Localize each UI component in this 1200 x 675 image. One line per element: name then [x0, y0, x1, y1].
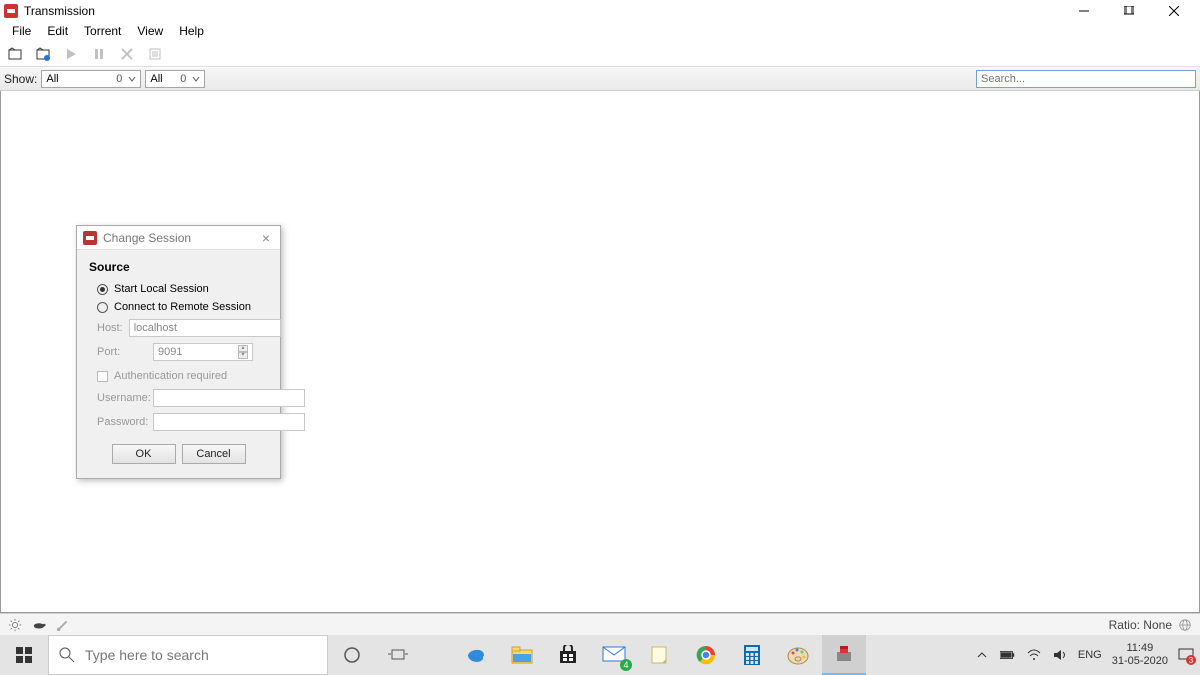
port-label: Port:: [97, 346, 147, 358]
pause-button[interactable]: [88, 43, 110, 65]
menu-help[interactable]: Help: [171, 22, 212, 40]
tray-date: 31-05-2020: [1112, 655, 1168, 668]
maximize-button[interactable]: [1106, 0, 1151, 21]
properties-button[interactable]: [144, 43, 166, 65]
taskbar-search[interactable]: Type here to search: [48, 635, 328, 675]
radio-icon: [97, 284, 108, 295]
network-status-icon[interactable]: [1178, 618, 1192, 632]
taskbar-notes[interactable]: [638, 635, 682, 675]
radio-label: Connect to Remote Session: [114, 301, 251, 313]
tray-time: 11:49: [1112, 642, 1168, 655]
taskbar: Type here to search 4 ENG 11:4: [0, 635, 1200, 675]
taskbar-mail[interactable]: 4: [592, 635, 636, 675]
statusbar: Ratio: None: [0, 613, 1200, 635]
combo-count: 0: [116, 73, 122, 85]
radio-local-session[interactable]: Start Local Session: [89, 280, 268, 298]
dialog-title: Change Session: [103, 231, 191, 245]
window-controls: [1061, 0, 1196, 21]
menubar: File Edit Torrent View Help: [0, 21, 1200, 41]
dialog-close-button[interactable]: ×: [258, 230, 274, 246]
tray-lang[interactable]: ENG: [1078, 649, 1102, 661]
action-badge: 3: [1186, 655, 1196, 665]
radio-icon: [97, 302, 108, 313]
chevron-down-icon: [192, 75, 200, 83]
task-view-button[interactable]: [376, 635, 420, 675]
tray-wifi-icon[interactable]: [1026, 647, 1042, 663]
menu-torrent[interactable]: Torrent: [76, 22, 129, 40]
port-input[interactable]: 9091 ▴▾: [153, 343, 253, 361]
taskbar-store[interactable]: [546, 635, 590, 675]
cancel-button[interactable]: Cancel: [182, 444, 246, 464]
tray-volume-icon[interactable]: [1052, 647, 1068, 663]
open-torrent-button[interactable]: [4, 43, 26, 65]
search-input[interactable]: [976, 70, 1196, 88]
taskbar-chrome[interactable]: [684, 635, 728, 675]
password-input[interactable]: [153, 413, 305, 431]
start-button[interactable]: [60, 43, 82, 65]
gear-icon[interactable]: [8, 618, 22, 632]
spin-buttons[interactable]: ▴▾: [238, 345, 248, 359]
radio-remote-session[interactable]: Connect to Remote Session: [89, 298, 268, 316]
cortana-button[interactable]: [330, 635, 374, 675]
tray-battery-icon[interactable]: [1000, 647, 1016, 663]
menu-edit[interactable]: Edit: [39, 22, 76, 40]
search-icon: [59, 647, 75, 663]
mail-badge: 4: [620, 659, 632, 671]
remove-button[interactable]: [116, 43, 138, 65]
tray-action-center-icon[interactable]: 3: [1178, 647, 1194, 663]
dialog-titlebar[interactable]: Change Session ×: [77, 226, 280, 250]
combo-text: All: [46, 73, 58, 85]
taskbar-edge[interactable]: [454, 635, 498, 675]
taskbar-paint[interactable]: [776, 635, 820, 675]
search-field[interactable]: [981, 73, 1191, 85]
torrent-list: Change Session × Source Start Local Sess…: [0, 91, 1200, 613]
auth-label: Authentication required: [114, 370, 227, 382]
app-title: Transmission: [24, 4, 95, 18]
username-input[interactable]: [153, 389, 305, 407]
taskbar-transmission[interactable]: [822, 635, 866, 675]
combo-text: All: [150, 73, 162, 85]
close-button[interactable]: [1151, 0, 1196, 21]
minimize-button[interactable]: [1061, 0, 1106, 21]
titlebar: Transmission: [0, 0, 1200, 21]
taskbar-calculator[interactable]: [730, 635, 774, 675]
menu-file[interactable]: File: [4, 22, 39, 40]
checkbox-icon: [97, 371, 108, 382]
section-source: Source: [89, 260, 268, 274]
tray-clock[interactable]: 11:49 31-05-2020: [1112, 642, 1168, 668]
auth-checkbox[interactable]: Authentication required: [89, 364, 268, 386]
username-label: Username:: [97, 392, 147, 404]
port-value: 9091: [158, 346, 182, 358]
toolbar: [0, 41, 1200, 67]
filter-tracker-combo[interactable]: All 0: [145, 70, 205, 88]
tray-chevron-icon[interactable]: [974, 647, 990, 663]
ratio-label: Ratio: None: [1109, 618, 1172, 632]
brush-icon[interactable]: [56, 618, 70, 632]
chevron-down-icon: [128, 75, 136, 83]
filterbar: Show: All 0 All 0: [0, 67, 1200, 91]
password-label: Password:: [97, 416, 147, 428]
filter-status-combo[interactable]: All 0: [41, 70, 141, 88]
show-label: Show:: [4, 72, 37, 86]
start-menu-button[interactable]: [2, 635, 46, 675]
open-url-button[interactable]: [32, 43, 54, 65]
taskbar-explorer[interactable]: [500, 635, 544, 675]
radio-label: Start Local Session: [114, 283, 209, 295]
combo-count: 0: [180, 73, 186, 85]
menu-view[interactable]: View: [129, 22, 171, 40]
app-icon: [4, 4, 18, 18]
system-tray: ENG 11:49 31-05-2020 3: [974, 642, 1198, 668]
host-input[interactable]: [129, 319, 281, 337]
dialog-icon: [83, 231, 97, 245]
change-session-dialog: Change Session × Source Start Local Sess…: [76, 225, 281, 479]
taskbar-search-placeholder: Type here to search: [85, 647, 209, 663]
turtle-icon[interactable]: [32, 618, 46, 632]
host-label: Host:: [97, 322, 123, 334]
ok-button[interactable]: OK: [112, 444, 176, 464]
